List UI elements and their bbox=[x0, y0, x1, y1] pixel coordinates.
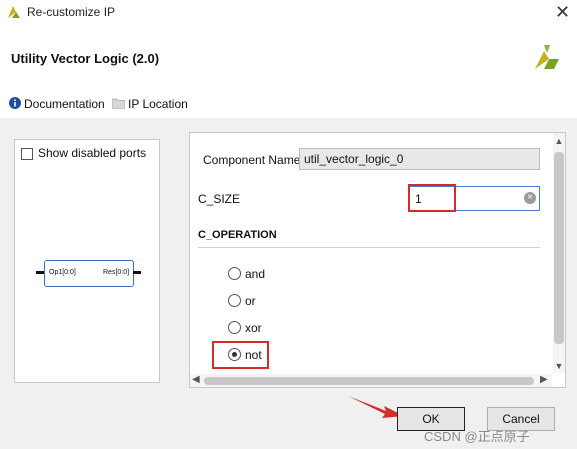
documentation-link[interactable]: Documentation bbox=[24, 97, 105, 111]
c-operation-label: C_OPERATION bbox=[198, 229, 277, 241]
radio-or[interactable] bbox=[228, 294, 241, 307]
section-divider bbox=[198, 247, 540, 248]
not-annotation-box bbox=[212, 341, 269, 369]
clear-icon[interactable]: × bbox=[524, 192, 536, 204]
input-port-label: Op1[0:0] bbox=[49, 269, 76, 276]
radio-or-label[interactable]: or bbox=[245, 294, 256, 308]
c-size-annotation-box bbox=[408, 184, 456, 212]
show-disabled-ports-checkbox[interactable] bbox=[21, 146, 33, 160]
window-title: Re-customize IP bbox=[27, 5, 116, 19]
vertical-scroll-thumb[interactable] bbox=[554, 152, 564, 344]
radio-xor-label[interactable]: xor bbox=[245, 321, 262, 335]
output-pin bbox=[133, 271, 141, 274]
scroll-right-icon[interactable]: ▶ bbox=[540, 374, 548, 385]
input-pin bbox=[36, 271, 44, 274]
horizontal-scroll-thumb[interactable] bbox=[204, 377, 534, 385]
component-name-label: Component Name bbox=[203, 153, 301, 167]
close-icon[interactable]: ✕ bbox=[555, 2, 570, 22]
scroll-down-icon[interactable]: ▼ bbox=[553, 361, 565, 371]
output-port-label: Res[0:0] bbox=[103, 269, 130, 276]
radio-and-label[interactable]: and bbox=[245, 267, 265, 281]
radio-xor[interactable] bbox=[228, 321, 241, 334]
xilinx-logo-icon bbox=[535, 45, 559, 69]
info-icon[interactable] bbox=[9, 97, 21, 109]
ip-title: Utility Vector Logic (2.0) bbox=[11, 51, 160, 66]
scroll-up-icon[interactable]: ▲ bbox=[553, 136, 565, 146]
component-name-field[interactable]: util_vector_logic_0 bbox=[299, 148, 540, 170]
ip-location-link[interactable]: IP Location bbox=[128, 97, 188, 111]
radio-and[interactable] bbox=[228, 267, 241, 280]
c-size-label: C_SIZE bbox=[198, 192, 241, 206]
scroll-left-icon[interactable]: ◀ bbox=[192, 374, 200, 385]
vivado-logo-icon bbox=[8, 6, 20, 18]
watermark: CSDN @正点原子 bbox=[424, 429, 530, 444]
show-disabled-ports-label: Show disabled ports bbox=[38, 146, 147, 160]
folder-icon[interactable] bbox=[112, 98, 125, 109]
